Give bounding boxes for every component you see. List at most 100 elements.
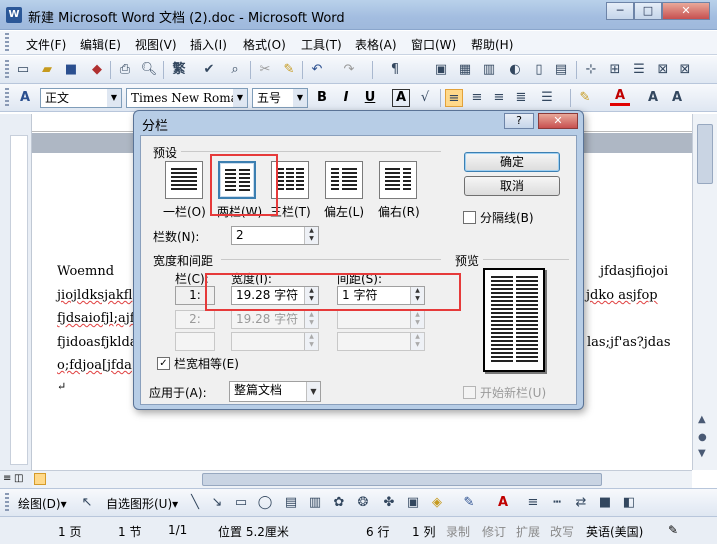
status-language[interactable]: 英语(美国)	[586, 523, 643, 540]
line-color-icon[interactable]: ✎	[460, 494, 478, 512]
drawing-icon[interactable]: ◐	[506, 61, 524, 79]
menu-table[interactable]: 表格(A)	[355, 36, 397, 53]
insert-table-icon[interactable]: ▦	[456, 61, 474, 79]
select-objects-icon[interactable]: ↖	[78, 494, 96, 512]
line-style-icon[interactable]: ≡	[524, 494, 542, 512]
font-color-button[interactable]: A	[610, 88, 630, 106]
draw-menu-button[interactable]: 绘图(D)▾	[18, 495, 67, 512]
dialog-help-button[interactable]: ?	[504, 113, 534, 129]
columns-count-input[interactable]: 2 ▲ ▼	[231, 226, 319, 245]
draw-font-color-icon[interactable]: A	[494, 494, 512, 512]
cut-icon[interactable]: ✂	[256, 61, 274, 79]
horizontal-scrollbar[interactable]	[32, 470, 692, 488]
close-button[interactable]: ✕	[662, 2, 710, 20]
insert-rows-icon[interactable]: ⊞	[606, 61, 624, 79]
menu-tools[interactable]: 工具(T)	[301, 36, 342, 53]
status-extend[interactable]: 扩展	[516, 523, 540, 540]
columns-icon[interactable]: ▯	[530, 61, 548, 79]
menu-window[interactable]: 窗口(W)	[411, 36, 456, 53]
arrow-style-icon[interactable]: ⇄	[572, 494, 590, 512]
dash-style-icon[interactable]: ┅	[548, 494, 566, 512]
save-icon[interactable]: ■	[62, 61, 80, 79]
line-spacing-icon[interactable]: ☰	[538, 89, 556, 107]
insert-chart-icon[interactable]: ▥	[480, 61, 498, 79]
menubar-grip[interactable]	[5, 33, 9, 53]
bold-button[interactable]: B	[312, 88, 332, 108]
phonetic-icon[interactable]: √	[416, 89, 434, 107]
chevron-down-icon[interactable]: ▼	[233, 89, 247, 107]
vertical-ruler[interactable]	[10, 135, 28, 465]
print-icon[interactable]: ⎙	[116, 61, 134, 79]
status-overtype[interactable]: 改写	[550, 523, 574, 540]
autoshapes-menu-button[interactable]: 自选图形(U)▾	[106, 495, 178, 512]
redo-icon[interactable]: ↷	[340, 61, 358, 79]
preset-one-column[interactable]	[165, 161, 203, 199]
preset-one-label[interactable]: 一栏(O)	[163, 203, 206, 220]
split-cells-icon[interactable]: ⊠	[654, 61, 672, 79]
size-select[interactable]: 五号 ▼	[252, 88, 308, 108]
grow-font-icon[interactable]: A	[644, 89, 662, 107]
preset-left-label[interactable]: 偏左(L)	[324, 203, 364, 220]
normal-view-icon[interactable]: ≡	[3, 473, 11, 484]
arrow-icon[interactable]: ↘	[208, 494, 226, 512]
textbox-icon[interactable]: ▤	[282, 494, 300, 512]
chevron-down-icon[interactable]: ▼	[293, 89, 307, 107]
permission-icon[interactable]: ◆	[88, 61, 106, 79]
oval-icon[interactable]: ◯	[256, 494, 274, 512]
separator-label[interactable]: 分隔线(B)	[480, 209, 534, 226]
toolbar-grip[interactable]	[5, 60, 9, 80]
highlight-icon[interactable]: ✎	[576, 89, 594, 107]
undo-icon[interactable]: ↶	[308, 61, 326, 79]
spelling-status-icon[interactable]: ✎	[668, 523, 678, 537]
chevron-down-icon[interactable]: ▼	[306, 382, 320, 401]
print-preview-icon[interactable]: 🔍︎	[140, 61, 158, 79]
font-select[interactable]: Times New Roman ▼	[126, 88, 248, 108]
align-right-icon[interactable]: ≡	[490, 89, 508, 107]
style-select[interactable]: 正文 ▼	[40, 88, 122, 108]
equal-width-checkbox[interactable]: ✓	[157, 357, 170, 370]
line-icon[interactable]: ╲	[186, 494, 204, 512]
toolbar-grip[interactable]	[5, 88, 9, 108]
cancel-button[interactable]: 取消	[464, 176, 560, 196]
vertical-scrollbar[interactable]: ▲ ● ▼	[692, 114, 717, 470]
preset-right[interactable]	[379, 161, 417, 199]
rectangle-icon[interactable]: ▭	[232, 494, 250, 512]
menu-view[interactable]: 视图(V)	[135, 36, 177, 53]
fill-color-icon[interactable]: ◈	[428, 494, 446, 512]
italic-button[interactable]: I	[336, 88, 356, 108]
char-border-button[interactable]: A	[392, 89, 410, 107]
menu-edit[interactable]: 编辑(E)	[80, 36, 121, 53]
align-left-icon[interactable]: ≡	[445, 89, 463, 107]
preset-left[interactable]	[325, 161, 363, 199]
research-icon[interactable]: ⌕	[226, 61, 244, 79]
menu-format[interactable]: 格式(O)	[243, 36, 286, 53]
wordart-icon[interactable]: ✿	[330, 494, 348, 512]
maximize-button[interactable]: □	[634, 2, 662, 20]
paragraph-mark-icon[interactable]: ¶	[386, 61, 404, 79]
toolbar-grip[interactable]	[5, 493, 9, 513]
menu-insert[interactable]: 插入(I)	[190, 36, 227, 53]
align-center-icon[interactable]: ≡	[468, 89, 486, 107]
minimize-button[interactable]: ─	[606, 2, 634, 20]
close-table-icon[interactable]: ⊠	[676, 61, 694, 79]
diagram-icon[interactable]: ❂	[354, 494, 372, 512]
separator-checkbox[interactable]	[463, 211, 476, 224]
menu-file[interactable]: 文件(F)	[26, 36, 66, 53]
prev-page-icon[interactable]: ▲	[698, 414, 706, 425]
status-record[interactable]: 录制	[446, 523, 470, 540]
next-page-icon[interactable]: ▼	[698, 448, 706, 459]
hscroll-thumb[interactable]	[202, 473, 602, 486]
new-document-icon[interactable]: ▭	[14, 61, 32, 79]
trad-simplified-button[interactable]: 繁	[168, 61, 190, 79]
spelling-icon[interactable]: ✔	[200, 61, 218, 79]
table-borders-icon[interactable]: ⊹	[582, 61, 600, 79]
equal-width-label[interactable]: 栏宽相等(E)	[174, 355, 239, 372]
browse-object-icon[interactable]: ●	[698, 432, 707, 443]
open-folder-icon[interactable]: ▰	[38, 61, 56, 79]
print-layout-view-icon[interactable]	[34, 473, 46, 485]
document-map-icon[interactable]: ▤	[552, 61, 570, 79]
vertical-textbox-icon[interactable]: ▥	[306, 494, 324, 512]
underline-button[interactable]: U	[360, 88, 380, 108]
styles-icon[interactable]: A	[16, 89, 34, 107]
3d-icon[interactable]: ◧	[620, 494, 638, 512]
